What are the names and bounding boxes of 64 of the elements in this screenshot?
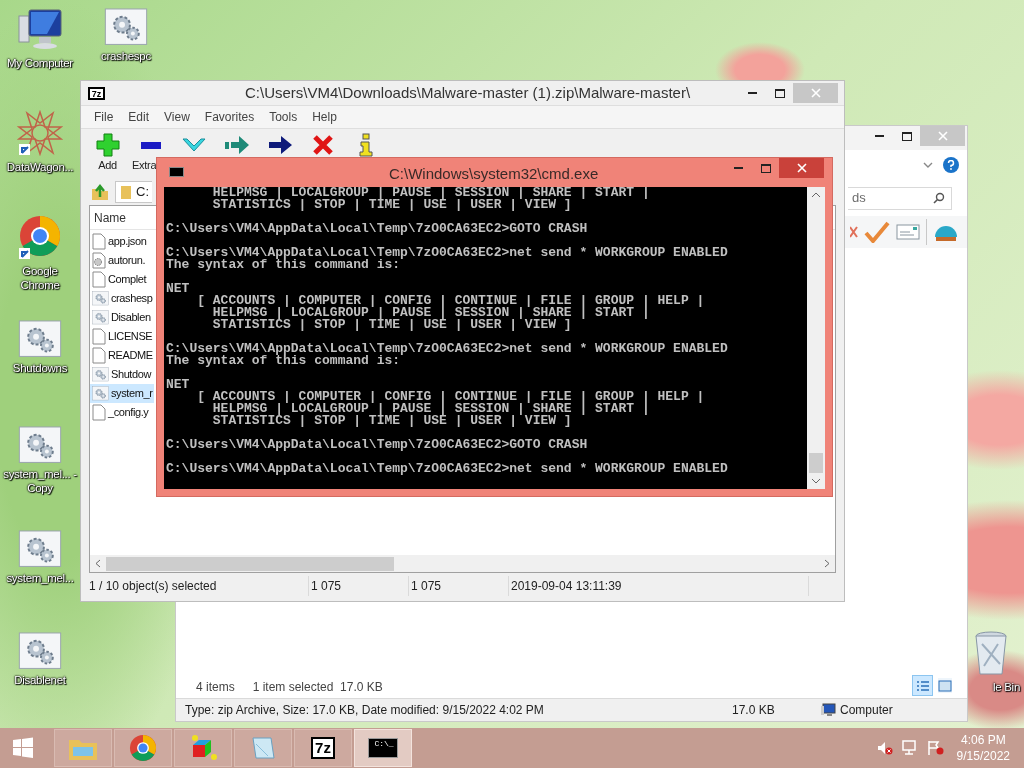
console-line: STATISTICS | STOP | TIME | USE | USER | VIEW ] <box>211 415 573 427</box>
toolbar-button[interactable]: Add <box>86 133 129 174</box>
item-count: 4 items <box>196 679 235 696</box>
status-text: 1 / 10 object(s) selected <box>87 576 309 596</box>
console-line: [ ACCOUNTS | COMPUTER | CONFIG | CONTINUE | FILE | GROUP | HELP | <box>196 391 706 403</box>
console-line: C:\Users\VM4\AppData\Local\Temp\7zO0CA63EC2>net send * WORKGROUP ENABLED <box>166 463 729 475</box>
file-row[interactable]: crashesp <box>90 289 154 308</box>
file-name: LICENSE <box>108 329 153 345</box>
file-row[interactable]: README <box>90 346 154 365</box>
file-row[interactable]: LICENSE <box>90 327 154 346</box>
menu-item[interactable]: Edit <box>128 108 150 126</box>
file-name: Complet <box>108 272 147 288</box>
toolbar-button[interactable]: Extra <box>129 133 172 174</box>
status-text: 1 075 <box>309 576 409 596</box>
console-logo: C:\_ <box>368 738 398 758</box>
file-name: Disablen <box>111 310 151 326</box>
address-field[interactable]: C: <box>115 181 152 203</box>
taskbar-button[interactable]: 7z <box>294 729 352 767</box>
app-logo: 7z <box>311 737 335 759</box>
file-name: _config.y <box>108 405 149 421</box>
file-row[interactable]: system_r <box>90 384 154 403</box>
console-line: C:\Users\VM4\AppData\Local\Temp\7zO0CA63EC2>net send * WORKGROUP ENABLED <box>166 247 729 259</box>
console-line: HELPMSG | LOCALGROUP | PAUSE | SESSION | SHARE | START | <box>211 307 651 319</box>
file-row[interactable]: Shutdow <box>90 365 154 384</box>
file-details: Type: zip Archive, Size: 17.0 KB, Date modified: 9/15/2022 4:02 PM <box>184 702 545 719</box>
file-name: Shutdow <box>111 367 151 383</box>
taskbar-button[interactable]: C:\_ <box>354 729 412 767</box>
status-text: 1 075 <box>409 576 509 596</box>
console-line: The syntax of this command is: <box>166 259 401 271</box>
file-row[interactable]: app.json <box>90 232 154 251</box>
window-title: C:\Windows\system32\cmd.exe <box>389 164 600 184</box>
menu-item[interactable]: Tools <box>269 108 298 126</box>
console-line: The syntax of this command is: <box>166 355 401 367</box>
app-icon: 7z <box>88 86 105 100</box>
console-line: NET <box>166 379 191 391</box>
file-name: system_r <box>111 386 153 402</box>
console-line: STATISTICS | STOP | TIME | USE | USER | VIEW ] <box>211 199 573 211</box>
search-field[interactable]: ds <box>848 186 952 210</box>
selection-info: 1 item selected 17.0 KB <box>252 679 383 696</box>
file-name: app.json <box>108 234 147 250</box>
menu-item[interactable]: Favorites <box>204 108 255 126</box>
file-row[interactable]: Complet <box>90 270 154 289</box>
console-line: C:\Users\VM4\AppData\Local\Temp\7zO0CA63EC2>net send * WORKGROUP ENABLED <box>166 343 729 355</box>
file-row[interactable]: autorun. <box>90 251 154 270</box>
menu-item[interactable]: View <box>164 108 190 126</box>
file-row[interactable]: Disablen <box>90 308 154 327</box>
console-line: HELPMSG | LOCALGROUP | PAUSE | SESSION | SHARE | START | <box>211 187 651 199</box>
file-name: README <box>108 348 153 364</box>
console-line: [ ACCOUNTS | COMPUTER | CONFIG | CONTINUE | FILE | GROUP | HELP | <box>196 295 706 307</box>
status-text: 2019-09-04 13:11:39 <box>509 576 809 596</box>
window-title: C:\Users\VM4\Downloads\Malware-master (1).zip\Malware-master\ <box>245 82 692 103</box>
file-size: 17.0 KB <box>732 702 776 719</box>
console-line: C:\Users\VM4\AppData\Local\Temp\7zO0CA63EC2>GOTO CRASH <box>166 223 589 235</box>
file-name: crashesp <box>111 291 153 307</box>
console-line: C:\Users\VM4\AppData\Local\Temp\7zO0CA63EC2>GOTO CRASH <box>166 439 589 451</box>
console-line: STATISTICS | STOP | TIME | USE | USER | VIEW ] <box>211 319 573 331</box>
file-row[interactable]: _config.y <box>90 403 154 422</box>
file-name: autorun. <box>108 253 146 269</box>
console-line: HELPMSG | LOCALGROUP | PAUSE | SESSION | SHARE | START | <box>211 403 651 415</box>
column-header[interactable]: Name <box>94 208 126 227</box>
menu-item[interactable]: File <box>94 108 114 126</box>
console-line: NET <box>166 283 191 295</box>
menu-item[interactable]: Help <box>312 108 337 126</box>
location-label: Computer <box>840 702 893 719</box>
